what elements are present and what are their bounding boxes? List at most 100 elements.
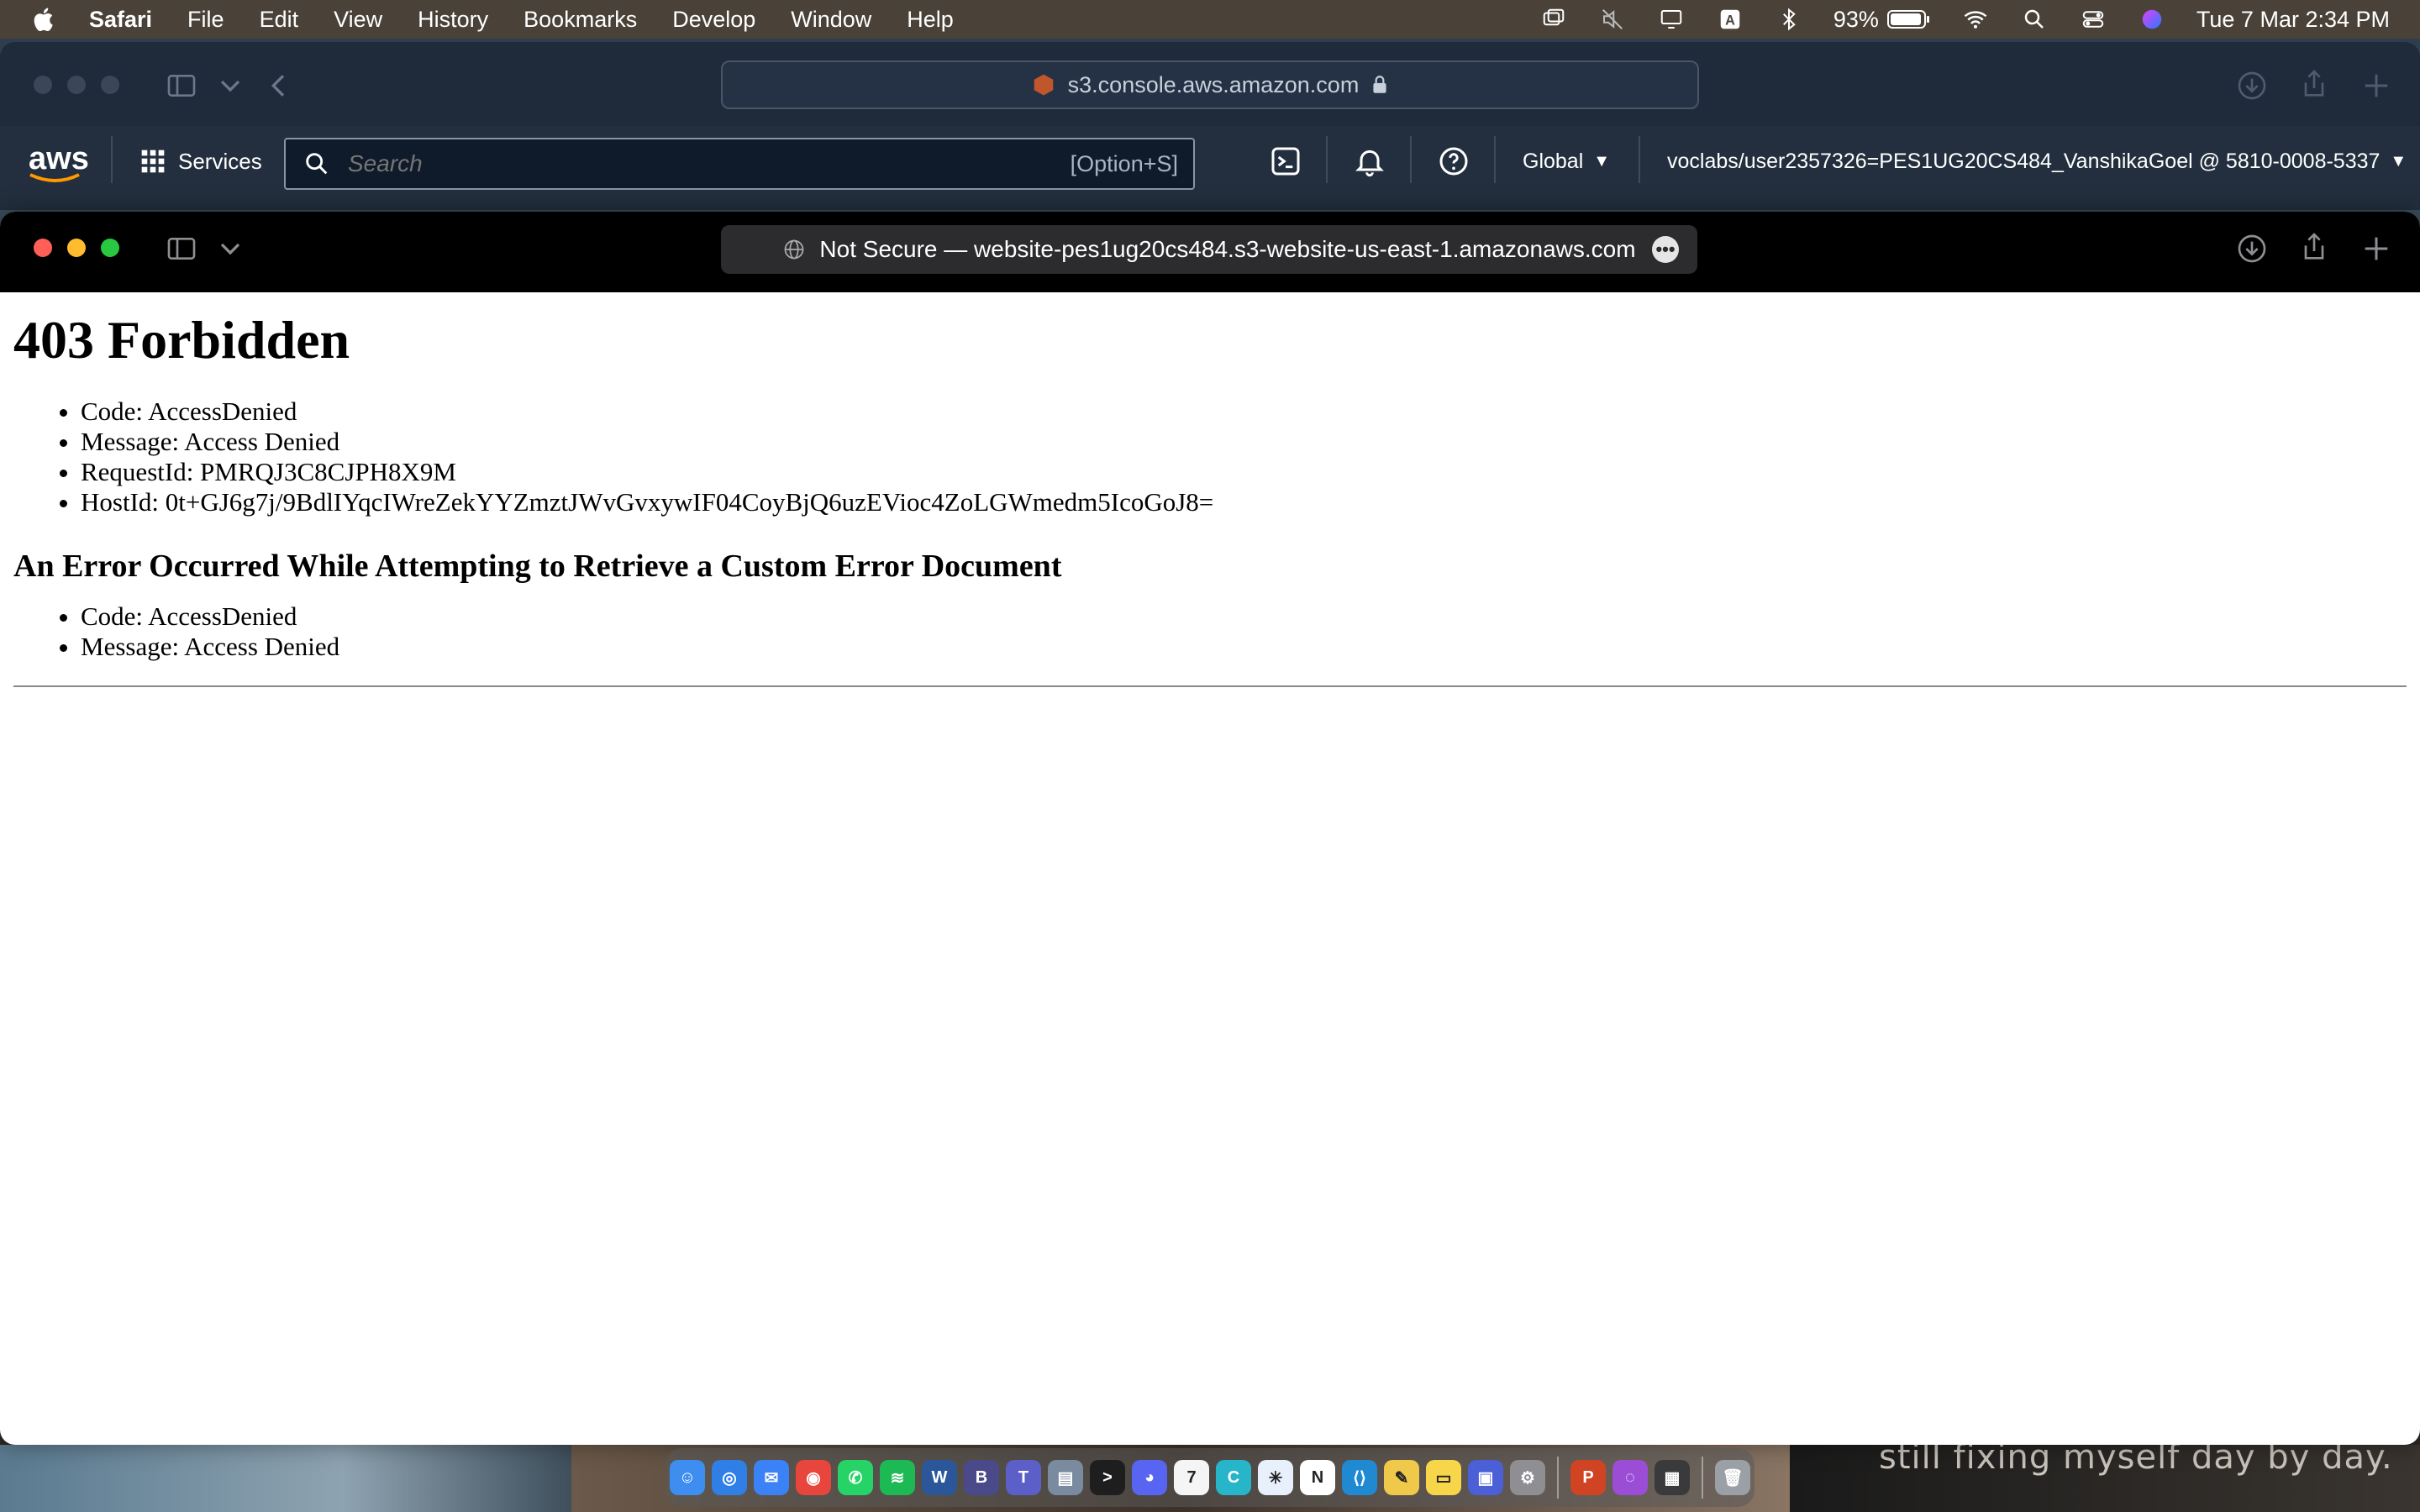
zoom-button[interactable] (101, 239, 119, 257)
dock-notes-icon[interactable]: ▭ (1426, 1460, 1461, 1495)
horizontal-rule (13, 685, 2407, 687)
downloads-icon[interactable] (2235, 232, 2269, 265)
dock-spotify-icon[interactable]: ≋ (880, 1460, 915, 1495)
dock-word-icon[interactable]: W (922, 1460, 957, 1495)
safari-toolbar: Not Secure — website-pes1ug20cs484.s3-we… (0, 212, 2420, 292)
dock-trash-icon[interactable]: 🗑 (1715, 1460, 1750, 1495)
wifi-icon[interactable] (1961, 7, 1990, 32)
dock-calculator-icon[interactable]: ▦ (1655, 1460, 1690, 1495)
sidebar-icon[interactable] (165, 69, 198, 102)
new-tab-icon[interactable] (2360, 232, 2393, 265)
menu-app-safari[interactable]: Safari (89, 7, 152, 33)
custom-error-heading: An Error Occurred While Attempting to Re… (13, 549, 1062, 584)
header-divider (1639, 136, 1640, 183)
aws-search-input[interactable] (346, 150, 1022, 178)
minimize-button[interactable] (67, 239, 86, 257)
header-divider (111, 136, 113, 183)
dock-notion-icon[interactable]: N (1300, 1460, 1335, 1495)
input-source-icon[interactable]: A (1716, 7, 1744, 32)
dock-safari-icon[interactable]: ◎ (712, 1460, 747, 1495)
dock-settings-icon[interactable]: ⚙ (1510, 1460, 1545, 1495)
mute-icon[interactable] (1598, 7, 1627, 32)
dock-preview-icon[interactable]: ▤ (1048, 1460, 1083, 1495)
dock-whatsapp-icon[interactable]: ✆ (838, 1460, 873, 1495)
menu-bookmarks[interactable]: Bookmarks (523, 7, 637, 33)
aws-search-field[interactable]: [Option+S] (284, 138, 1195, 190)
dock-bbedit-icon[interactable]: B (964, 1460, 999, 1495)
dock-chrome-icon[interactable]: ◉ (796, 1460, 831, 1495)
dock-separator (1702, 1457, 1703, 1499)
minimize-button[interactable] (67, 76, 86, 94)
dock-mail-icon[interactable]: ✉ (754, 1460, 789, 1495)
background-window-controls (34, 76, 119, 94)
battery-percent: 93% (1833, 6, 1879, 32)
dock-canva-icon[interactable]: C (1216, 1460, 1251, 1495)
aws-smile-icon (29, 173, 80, 182)
more-options-icon[interactable]: ••• (1652, 236, 1679, 263)
close-button[interactable] (34, 76, 52, 94)
menu-edit[interactable]: Edit (260, 7, 299, 33)
chevron-down-icon[interactable] (213, 232, 240, 265)
downloads-icon[interactable] (2235, 69, 2269, 102)
sidebar-icon[interactable] (165, 232, 198, 265)
new-tab-icon[interactable] (2360, 69, 2393, 102)
wallpaper-photo-left (0, 1445, 571, 1512)
spotlight-search-icon[interactable] (2020, 7, 2049, 32)
display-icon[interactable] (1657, 7, 1686, 32)
screen-mirroring-icon[interactable] (1539, 7, 1568, 32)
dock-terminal-icon[interactable]: > (1090, 1460, 1125, 1495)
dock-powerpoint-icon[interactable]: P (1570, 1460, 1606, 1495)
dock-calendar-icon[interactable]: 7 (1174, 1460, 1209, 1495)
error-page-content: 403 Forbidden Code: AccessDenied Message… (13, 292, 2407, 1445)
caret-down-icon: ▼ (1593, 152, 1611, 171)
region-selector[interactable]: Global ▼ (1523, 150, 1610, 174)
battery-icon (1886, 10, 1929, 29)
siri-icon[interactable] (2138, 7, 2166, 32)
services-menu[interactable]: Services (139, 148, 262, 175)
control-center-icon[interactable] (2079, 7, 2107, 32)
menu-view[interactable]: View (334, 7, 382, 33)
caret-down-icon: ▼ (2390, 152, 2407, 171)
page-title: 403 Forbidden (13, 310, 350, 370)
background-address-bar[interactable]: s3.console.aws.amazon.com (721, 60, 1699, 109)
menubar-clock[interactable]: Tue 7 Mar 2:34 PM (2196, 7, 2390, 33)
battery-status[interactable]: 93% (1833, 7, 1931, 33)
dock-vscode-icon[interactable]: ⟨⟩ (1342, 1460, 1377, 1495)
region-label: Global (1523, 150, 1584, 173)
chevron-down-icon[interactable] (213, 69, 240, 102)
dock-teams-icon[interactable]: T (1006, 1460, 1041, 1495)
services-label: Services (178, 148, 262, 174)
window-controls (34, 239, 119, 257)
dock-separator (1557, 1457, 1559, 1499)
close-button[interactable] (34, 239, 52, 257)
address-bar[interactable]: Not Secure — website-pes1ug20cs484.s3-we… (721, 225, 1697, 274)
cloudshell-icon[interactable] (1269, 144, 1302, 178)
dock-python-icon[interactable]: ✎ (1384, 1460, 1419, 1495)
error-message: Message: Access Denied (81, 427, 2407, 457)
dock-snowflake-icon[interactable]: ✳ (1258, 1460, 1293, 1495)
zoom-button[interactable] (101, 76, 119, 94)
account-menu[interactable]: voclabs/user2357326=PES1UG20CS484_Vanshi… (1667, 150, 2407, 174)
dock-podcasts-icon[interactable]: ◌ (1612, 1460, 1648, 1495)
menu-history[interactable]: History (418, 7, 488, 33)
header-divider (1410, 136, 1412, 183)
notifications-bell-icon[interactable] (1353, 144, 1386, 178)
menu-help[interactable]: Help (907, 7, 954, 33)
lock-icon (1373, 76, 1386, 93)
foreground-browser-window: Not Secure — website-pes1ug20cs484.s3-we… (0, 212, 2420, 1445)
help-icon[interactable] (1437, 144, 1470, 178)
apple-icon[interactable] (30, 5, 59, 34)
menu-file[interactable]: File (187, 7, 224, 33)
bluetooth-icon[interactable] (1775, 7, 1803, 32)
custom-error-details-list: Code: AccessDenied Message: Access Denie… (13, 601, 2407, 662)
dock-screens-icon[interactable]: ▣ (1468, 1460, 1503, 1495)
menu-develop[interactable]: Develop (672, 7, 755, 33)
aws-logo[interactable]: aws (29, 141, 89, 177)
share-icon[interactable] (2297, 230, 2331, 264)
dock-finder-icon[interactable]: ☺ (670, 1460, 705, 1495)
error-details-list: Code: AccessDenied Message: Access Denie… (13, 396, 2407, 517)
dock-discord-icon[interactable]: ◕ (1132, 1460, 1167, 1495)
back-icon[interactable] (262, 69, 296, 102)
menu-window[interactable]: Window (791, 7, 871, 33)
share-icon[interactable] (2297, 67, 2331, 101)
